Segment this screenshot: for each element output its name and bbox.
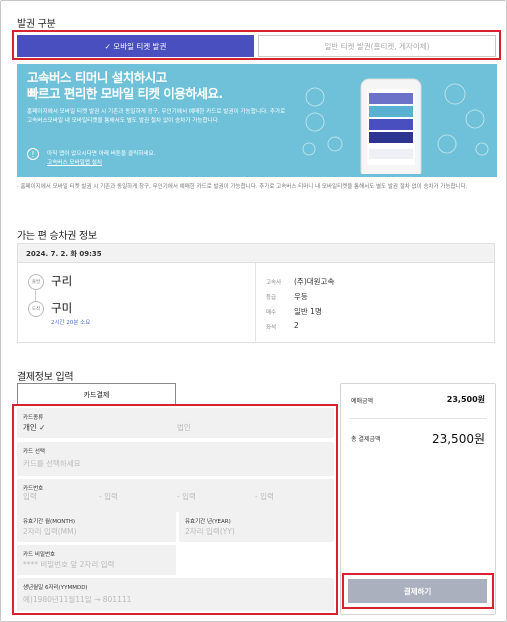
card-password-label: 카드 비밀번호: [23, 552, 56, 558]
phone-row-labels: [353, 167, 354, 168]
expiry-year-input[interactable]: 2자리 입력(YY): [185, 526, 235, 537]
card-type-field: 카드종류 개인 ✓ 법인: [17, 408, 334, 438]
card-password-field[interactable]: 카드 비밀번호 **** 비밀번호 앞 2자리 입력: [17, 545, 176, 575]
card-type-label: 카드종류: [23, 415, 44, 421]
expiry-month-field[interactable]: 유효기간 월(MONTH) 2자리 입력(MM): [17, 512, 176, 542]
banner-illustration: [302, 78, 489, 174]
general-ticket-button[interactable]: 일반 티켓 발권(홈티켓, 게자이체): [258, 35, 496, 57]
banner-headline: 고속버스 티머니 설치하시고 빠르고 편리한 모바일 티켓 이용하세요.: [27, 70, 223, 102]
pay-button[interactable]: 결제하기: [348, 579, 487, 603]
operator-key: 고속사: [266, 280, 282, 286]
expiry-month-label: 유효기간 월(MONTH): [23, 519, 76, 525]
count-value: 일반 1명: [294, 307, 322, 316]
card-password-input[interactable]: **** 비밀번호 앞 2자리 입력: [23, 559, 114, 570]
total-amount-label: 총 결제금액: [351, 436, 381, 443]
tab-card-payment[interactable]: 카드결제: [17, 383, 176, 406]
grade-value: 우등: [294, 292, 308, 301]
ticket-divider: [255, 263, 256, 343]
issue-section-title: 발권 구분: [17, 19, 56, 30]
app-install-link[interactable]: 고속버스 모바일앱 설치: [47, 158, 102, 166]
banner-body: 홈페이지에서 모바일 티켓 발권 시 기존과 동일하게 정구, 무인기에서 예매…: [27, 109, 286, 124]
card-select-field[interactable]: 카드 선택 카드를 선택하세요: [17, 442, 334, 476]
payment-section-title: 결제정보 입력: [17, 372, 74, 383]
operator-value: (주)대원고속: [294, 277, 335, 286]
grade-key: 등급: [266, 295, 277, 301]
app-promo-banner: 고속버스 티머니 설치하시고 빠르고 편리한 모바일 티켓 이용하세요. 홈페이…: [17, 64, 497, 177]
trip-datetime: 2024. 7. 2. 화 09:35: [17, 243, 495, 263]
trip-duration: 2시간 20분 소요: [51, 320, 91, 326]
card-number-3[interactable]: - 입력: [177, 491, 196, 502]
corporate-option[interactable]: 법인: [177, 422, 191, 433]
card-number-4[interactable]: - 입력: [255, 491, 274, 502]
birthdate-field[interactable]: 생년월일 6자리(YYMMDD) 예)1980년11월11일 → 801111: [17, 578, 334, 611]
card-number-field: 카드번호 입력 - 입력 - 입력 - 입력: [17, 479, 334, 512]
ticket-notice: · 홈페이지에서 모바일 티켓 발권 시 기존과 동일하게 창구, 무인기에서 …: [17, 184, 468, 190]
expiry-year-label: 유효기간 년(YEAR): [185, 519, 231, 525]
banner-line2: 빠르고 편리한 모바일 티켓 이용하세요.: [27, 86, 223, 101]
banner-line1: 고속버스 티머니 설치하시고: [27, 70, 167, 85]
birthdate-label: 생년월일 6자리(YYMMDD): [23, 585, 88, 591]
personal-option[interactable]: 개인 ✓: [23, 422, 45, 433]
count-key: 매수: [266, 310, 277, 316]
seat-value: 2: [294, 321, 299, 330]
departure-badge: 출발: [28, 274, 44, 290]
card-number-2[interactable]: - 입력: [99, 491, 118, 502]
arrival-badge: 도착: [28, 301, 44, 317]
info-icon: !: [27, 148, 39, 160]
card-select-label: 카드 선택: [23, 449, 45, 455]
expiry-month-input[interactable]: 2자리 입력(MM): [23, 526, 77, 537]
birthdate-input[interactable]: 예)1980년11월11일 → 801111: [23, 594, 131, 605]
arrival-city: 구미: [51, 301, 73, 315]
trip-section-title: 가는 편 승차권 정보: [17, 231, 97, 242]
total-amount-value: 23,500원: [431, 432, 485, 446]
mobile-ticket-button[interactable]: ✓ 모바일 티켓 발권: [17, 35, 254, 57]
departure-city: 구리: [51, 274, 73, 288]
seat-key: 좌석: [266, 325, 277, 331]
expiry-year-field[interactable]: 유효기간 년(YEAR) 2자리 입력(YY): [179, 512, 334, 542]
reserve-amount-label: 예매금액: [351, 398, 374, 405]
reserve-amount-value: 23,500원: [446, 395, 485, 404]
banner-hint: 아직 앱이 없으시다면 아래 버튼을 클릭하세요.: [47, 151, 156, 157]
card-number-1[interactable]: 입력: [23, 491, 37, 502]
trip-card: 출발 도착 구리 구미 2시간 20분 소요 고속사 (주)대원고속 등급 우등…: [17, 263, 495, 343]
summary-divider: [349, 418, 487, 419]
card-select-input[interactable]: 카드를 선택하세요: [23, 458, 81, 469]
